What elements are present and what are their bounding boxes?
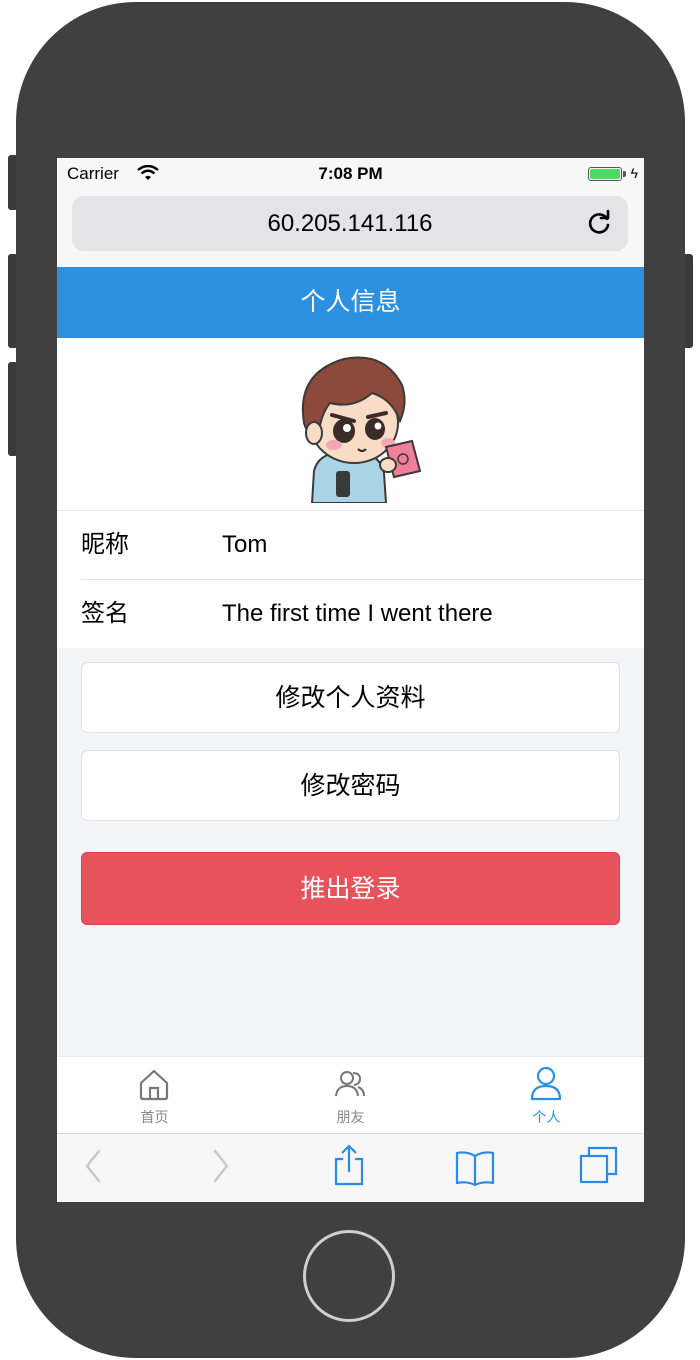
reload-icon[interactable] [584,208,614,238]
change-password-button[interactable]: 修改密码 [81,750,620,821]
avatar-section [57,338,644,510]
logout-button[interactable]: 推出登录 [81,852,620,925]
tab-friends-label: 朋友 [336,1109,365,1125]
charging-icon: ϟ [630,165,638,181]
browser-toolbar [57,1133,644,1202]
nickname-row: 昵称 Tom [81,511,644,580]
tab-profile[interactable]: 个人 [449,1057,644,1134]
profile-info-list: 昵称 Tom 签名 The first time I went there [57,510,644,648]
battery-tip [623,171,626,177]
phone-screen: Carrier 7:08 PM ϟ 60.205.141.116 个人信息 昵称… [57,158,644,1202]
battery-icon [588,167,622,181]
home-button[interactable] [303,1230,395,1322]
friends-icon [335,1071,365,1097]
nickname-value: Tom [222,531,268,558]
nickname-label: 昵称 [81,531,129,558]
browser-address-area: 60.205.141.116 [57,188,644,267]
status-time: 7:08 PM [318,164,383,183]
signature-row: 签名 The first time I went there [81,580,644,648]
page-title: 个人信息 [300,288,401,316]
tab-friends[interactable]: 朋友 [253,1057,448,1134]
bottom-tab-bar: 首页 朋友 个人 [57,1056,644,1134]
app-header: 个人信息 [57,267,644,338]
forward-icon[interactable] [211,1148,231,1184]
tab-profile-label: 个人 [532,1109,561,1125]
tab-home[interactable]: 首页 [57,1057,252,1134]
tabs-icon[interactable] [579,1146,619,1186]
address-bar[interactable]: 60.205.141.116 [72,196,628,251]
status-bar: Carrier 7:08 PM ϟ [57,158,644,188]
back-icon[interactable] [83,1148,103,1184]
bookmarks-icon[interactable] [454,1150,496,1186]
share-icon[interactable] [332,1144,366,1186]
home-icon [139,1069,169,1101]
signature-value: The first time I went there [222,600,493,627]
signature-label: 签名 [81,600,129,627]
edit-profile-button[interactable]: 修改个人资料 [81,662,620,733]
avatar[interactable] [274,343,426,503]
tab-home-label: 首页 [140,1109,169,1125]
person-icon [530,1066,562,1101]
url-text[interactable]: 60.205.141.116 [72,196,628,251]
